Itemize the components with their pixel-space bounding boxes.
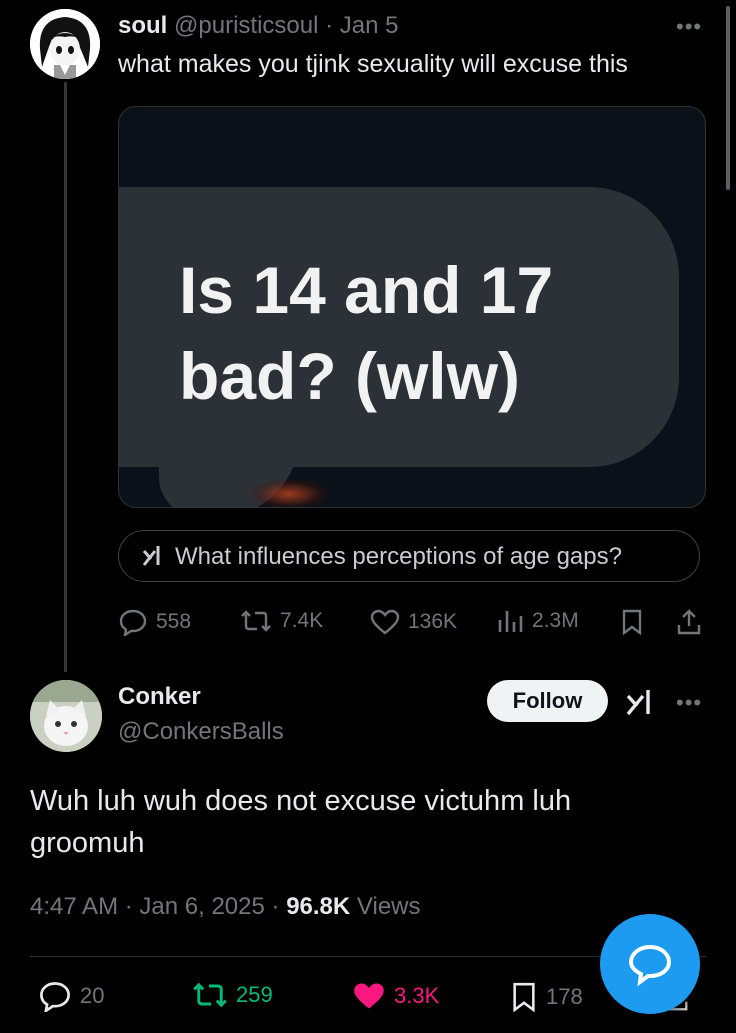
heart-icon (370, 609, 400, 635)
cat-avatar-icon (30, 680, 102, 752)
reply-count: 558 (156, 610, 192, 633)
glow-spot (249, 479, 329, 507)
separator: · (271, 893, 280, 920)
scrollbar[interactable] (726, 6, 730, 190)
like-count: 3.3K (394, 983, 440, 1008)
reply-button[interactable]: 558 (118, 608, 191, 636)
avatar[interactable] (30, 9, 100, 79)
user-handle[interactable]: @puristicsoul (174, 12, 318, 39)
thread-line (64, 82, 67, 672)
chat-bubble-icon (628, 944, 672, 987)
tweet-date[interactable]: Jan 6, 2025 (139, 893, 264, 920)
grok-icon (141, 543, 167, 574)
tweet-metadata: 4:47 AM · Jan 6, 2025 · 96.8K Views (30, 893, 421, 921)
user-handle[interactable]: @ConkersBalls (118, 718, 284, 746)
follow-button[interactable]: Follow (487, 680, 608, 722)
tweet-actions: 558 7.4K 136K 2.3M (118, 608, 708, 642)
more-options-icon[interactable]: ••• (676, 690, 702, 716)
views-button[interactable]: 2.3M (496, 608, 579, 634)
new-message-fab[interactable] (600, 914, 700, 1014)
repost-count: 259 (236, 982, 273, 1007)
repost-icon (241, 610, 271, 632)
anime-avatar-icon (30, 9, 100, 79)
separator: · (124, 893, 133, 920)
separator: · (325, 12, 334, 39)
views-chart-icon (498, 611, 523, 632)
share-icon (677, 609, 701, 635)
repost-button[interactable]: 259 (192, 980, 273, 1010)
more-options-icon[interactable]: ••• (676, 14, 702, 40)
tweet-time[interactable]: 4:47 AM (30, 893, 118, 920)
grok-icon[interactable] (625, 686, 657, 723)
bookmark-count: 178 (546, 984, 583, 1009)
display-name[interactable]: soul (118, 12, 167, 39)
views-label: Views (356, 893, 421, 920)
like-count: 136K (408, 610, 458, 633)
bookmark-button[interactable] (620, 608, 644, 636)
share-button[interactable] (676, 608, 702, 636)
display-name[interactable]: Conker (118, 683, 201, 711)
like-button[interactable]: 3.3K (352, 980, 439, 1012)
views-count: 96.8K (286, 893, 351, 920)
grok-prompt-label: What influences perceptions of age gaps? (175, 543, 622, 570)
views-count: 2.3M (532, 609, 579, 632)
like-button[interactable]: 136K (370, 608, 457, 636)
reply-button[interactable]: 20 (38, 980, 104, 1012)
tweet-text: Wuh luh wuh does not excuse victuhm luh … (30, 785, 572, 859)
bookmark-icon (622, 609, 642, 636)
repost-count: 7.4K (280, 609, 324, 632)
tweet-media-image[interactable]: Is 14 and 17 bad? (wlw) (118, 106, 706, 508)
avatar[interactable] (30, 680, 102, 752)
reply-icon (119, 609, 147, 636)
reply-icon (40, 982, 70, 1012)
bookmark-button[interactable]: 178 (510, 980, 583, 1014)
tweet-text: what makes you tjink sexuality will excu… (118, 50, 628, 78)
media-text: Is 14 and 17 bad? (wlw) (179, 253, 554, 413)
heart-filled-icon (354, 983, 384, 1009)
tweet-header: soul @puristicsoul · Jan 5 (118, 12, 399, 40)
repost-button[interactable]: 7.4K (240, 608, 323, 634)
reply-count: 20 (80, 983, 105, 1008)
repost-icon (193, 982, 227, 1008)
bookmark-icon (513, 982, 535, 1013)
tweet-date[interactable]: Jan 5 (340, 12, 399, 39)
grok-prompt-button[interactable]: What influences perceptions of age gaps? (118, 530, 700, 582)
